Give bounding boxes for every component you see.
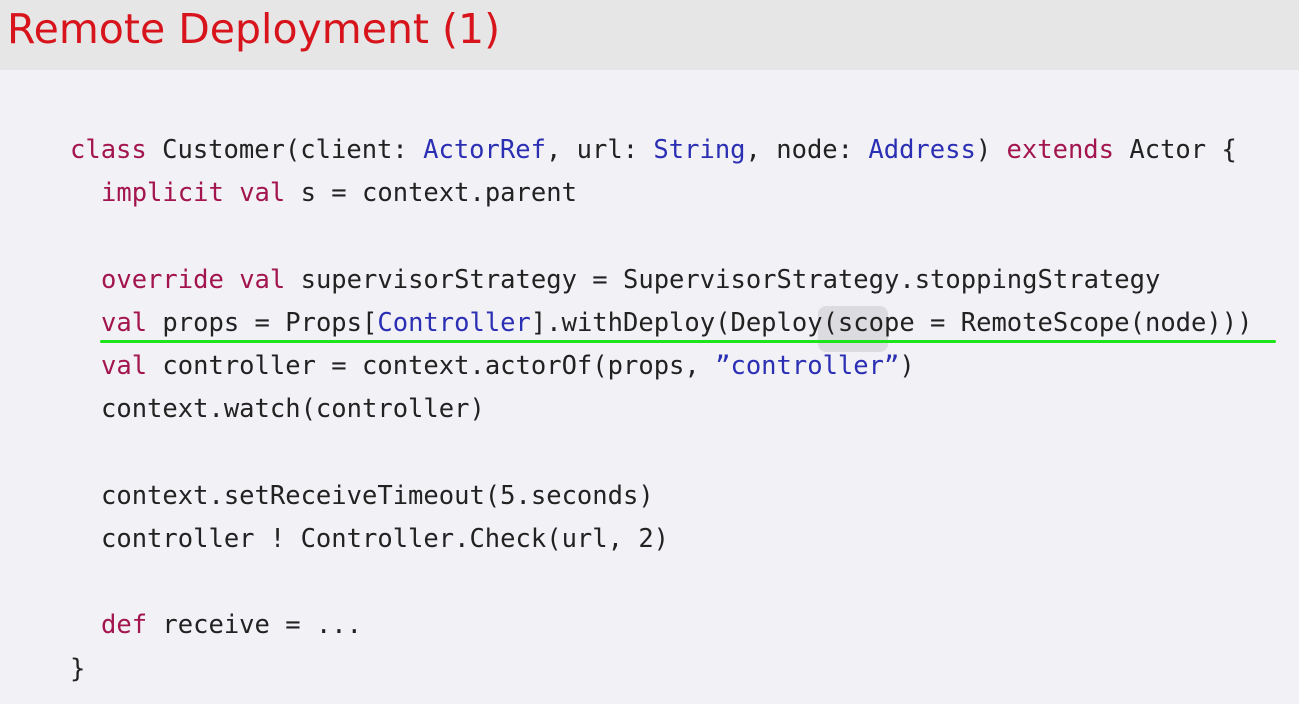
code-text: supervisorStrategy = SupervisorStrategy.… [285,265,1161,295]
code-text: props = Props[ [147,308,378,338]
keyword-extends: extends [1006,135,1115,165]
code-text: s = context.parent [285,178,577,208]
code-text: , url: [545,135,654,165]
code-text: controller = context.actorOf(props, [147,351,716,381]
code-line-closing-brace: } [70,654,86,684]
keyword-val: val [101,351,148,381]
code-line-watch: context.watch(controller) [101,394,485,424]
code-text: Customer(client: [146,135,424,165]
type-string: String [653,135,746,165]
keyword-val: val [101,308,148,338]
code-line-props: val props = Props[Controller].withDeploy… [101,301,1252,345]
code-text: ) [899,351,915,381]
type-controller: Controller [377,308,531,338]
code-line-implicit-val: implicit val s = context.parent [101,171,577,215]
keyword-def: def [101,610,148,640]
title-bar: Remote Deployment (1) [0,0,1299,70]
highlight-underline [100,340,1276,343]
code-line-controller-actor: val controller = context.actorOf(props, … [101,344,915,388]
code-line-receive: def receive = ... [101,603,362,647]
slide-title: Remote Deployment (1) [7,5,501,53]
type-address: Address [868,135,976,165]
code-text: ) [975,135,1007,165]
keyword-val: val [239,178,286,208]
code-line-class-declaration: class Customer(client: ActorRef, url: St… [70,128,1237,172]
code-text: , node: [745,135,869,165]
keyword-override: override [101,265,224,295]
code-line-receive-timeout: context.setReceiveTimeout(5.seconds) [101,481,654,511]
code-text: receive = ... [147,610,362,640]
code-line-check-message: controller ! Controller.Check(url, 2) [101,524,670,554]
type-actorref: ActorRef [423,135,546,165]
code-line-supervisor-strategy: override val supervisorStrategy = Superv… [101,258,1160,302]
code-text: Actor { [1114,135,1237,165]
string-controller: ”controller” [715,351,900,381]
keyword-implicit: implicit [101,178,224,208]
code-text: ].withDeploy(Deploy(scope = RemoteScope(… [530,308,1253,338]
keyword-val: val [239,265,286,295]
keyword-class: class [70,135,147,165]
